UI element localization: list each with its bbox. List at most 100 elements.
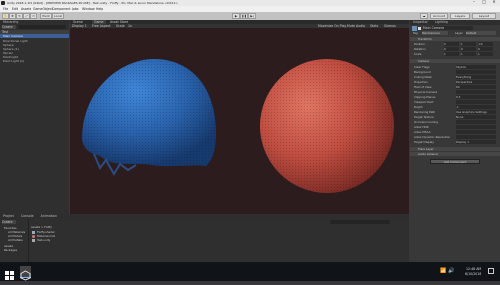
layer-label: Layer bbox=[455, 31, 463, 35]
layers-dropdown[interactable]: Layers bbox=[450, 13, 470, 19]
camera-property-value[interactable]: Perspective bbox=[456, 80, 496, 84]
transform-z-field[interactable]: 1 bbox=[478, 52, 493, 56]
menu-window[interactable]: Window bbox=[82, 7, 95, 11]
camera-property-value[interactable]: Display 1 bbox=[456, 140, 496, 144]
transform-z-field[interactable]: 0 bbox=[478, 47, 493, 51]
camera-property-label: Projection bbox=[414, 80, 428, 84]
hierarchy-item[interactable]: Main Camera bbox=[3, 34, 23, 38]
camera-property-value[interactable]: Skybox bbox=[456, 65, 496, 69]
rect-tool-button[interactable]: ▭ bbox=[30, 13, 37, 19]
menu-assets[interactable]: Assets bbox=[21, 7, 31, 11]
transform-x-field[interactable]: 0 bbox=[444, 47, 459, 51]
camera-property-value[interactable] bbox=[456, 130, 496, 134]
project-divider[interactable] bbox=[28, 219, 29, 262]
menu-file[interactable]: File bbox=[3, 7, 8, 11]
camera-property-value[interactable]: 0.3 bbox=[456, 95, 496, 99]
project-tree-item[interactable]: All Prefabs bbox=[8, 238, 23, 242]
tag-dropdown[interactable]: MainCamera bbox=[422, 31, 448, 35]
audio-listener-header[interactable]: Audio Listener bbox=[410, 152, 500, 156]
camera-property-value[interactable] bbox=[456, 70, 496, 74]
blue-sphere[interactable] bbox=[82, 59, 216, 176]
tab-console[interactable]: Console bbox=[21, 214, 34, 218]
menu-component[interactable]: Component bbox=[52, 7, 71, 11]
scale-tool-button[interactable]: ⤢ bbox=[23, 13, 30, 19]
windows-start-icon[interactable] bbox=[4, 266, 15, 280]
volume-icon[interactable]: 🔊 bbox=[448, 268, 454, 274]
camera-property-value[interactable] bbox=[456, 90, 496, 94]
camera-property-value[interactable] bbox=[456, 120, 496, 124]
minimize-button[interactable]: – bbox=[470, 0, 478, 4]
camera-property-value[interactable] bbox=[456, 125, 496, 129]
pause-button[interactable]: ❚❚ bbox=[240, 13, 248, 19]
hand-tool-button[interactable]: ✋ bbox=[2, 13, 9, 19]
collab-cloud-icon[interactable]: ☁ bbox=[420, 13, 428, 19]
tab-project[interactable]: Project bbox=[3, 214, 14, 218]
hierarchy-item[interactable]: Point Light (1) bbox=[3, 59, 24, 63]
menu-jobs[interactable]: Jobs bbox=[72, 7, 79, 11]
rotate-tool-button[interactable]: ↻ bbox=[16, 13, 23, 19]
tab-animation[interactable]: Animation bbox=[41, 214, 57, 218]
unity-logo-icon bbox=[1, 1, 5, 5]
viewport-render bbox=[82, 59, 394, 193]
project-tree-item[interactable]: Packages bbox=[4, 248, 17, 252]
menu-gameobject[interactable]: GameObject bbox=[33, 7, 53, 11]
notification-icon[interactable] bbox=[488, 268, 494, 274]
maximize-button[interactable]: □ bbox=[480, 0, 488, 4]
transform-x-field[interactable]: 0 bbox=[444, 42, 459, 46]
flare-layer-header[interactable]: Flare Layer bbox=[410, 147, 500, 151]
game-viewport[interactable] bbox=[70, 28, 409, 227]
object-name-field[interactable]: Main Camera bbox=[423, 26, 473, 30]
camera-header[interactable]: Camera bbox=[410, 59, 500, 63]
transform-y-field[interactable]: 0 bbox=[461, 47, 476, 51]
play-button[interactable]: ▶ bbox=[232, 13, 240, 19]
camera-property-label: Allow MSAA bbox=[414, 130, 431, 134]
layout-dropdown[interactable]: Layout bbox=[472, 13, 496, 19]
transform-z-field[interactable]: -10 bbox=[478, 42, 493, 46]
camera-property-value[interactable]: Use Graphics Settings bbox=[456, 110, 496, 114]
taskbar-time[interactable]: 12:48 AM bbox=[466, 267, 481, 271]
transform-y-field[interactable]: 1 bbox=[461, 52, 476, 56]
camera-property-row: Target Texture None bbox=[412, 115, 496, 119]
hierarchy-create-button[interactable]: Create bbox=[2, 25, 16, 29]
close-button[interactable]: ✕ bbox=[490, 0, 498, 4]
menu-help[interactable]: Help bbox=[96, 7, 103, 11]
tab-lighting[interactable]: Lighting bbox=[435, 20, 448, 24]
tray-icons[interactable]: 📶 🔊 bbox=[440, 268, 460, 274]
menu-edit[interactable]: Edit bbox=[12, 7, 18, 11]
project-create-button[interactable]: Create bbox=[2, 220, 16, 224]
camera-property-value[interactable]: 60 bbox=[456, 85, 496, 89]
camera-property-row: Allow Dynamic Resolution bbox=[412, 135, 496, 139]
taskbar-date[interactable]: 6/10/2018 bbox=[465, 272, 481, 276]
camera-property-label: Viewport Rect bbox=[414, 100, 434, 104]
camera-property-row: Physical Camera bbox=[412, 90, 496, 94]
camera-property-label: Background bbox=[414, 70, 431, 74]
project-search-input[interactable] bbox=[330, 220, 390, 224]
scene-file-icon bbox=[32, 239, 35, 242]
camera-property-row: Rendering Path Use Graphics Settings bbox=[412, 110, 496, 114]
transform-x-field[interactable]: 1 bbox=[444, 52, 459, 56]
transform-y-field[interactable]: 1 bbox=[461, 42, 476, 46]
pivot-toggle[interactable]: Pivot bbox=[40, 13, 52, 19]
active-checkbox[interactable] bbox=[418, 27, 421, 30]
add-component-button[interactable]: Add Component bbox=[430, 159, 480, 164]
project-file-item[interactable]: Test.unity bbox=[37, 238, 50, 242]
red-sphere[interactable] bbox=[260, 59, 394, 193]
camera-property-value[interactable]: -1 bbox=[456, 105, 496, 109]
unity-taskbar-icon[interactable] bbox=[20, 266, 31, 281]
layer-dropdown[interactable]: Default bbox=[466, 31, 496, 35]
tab-inspector[interactable]: Inspector bbox=[413, 20, 428, 24]
camera-property-value[interactable] bbox=[456, 135, 496, 139]
move-tool-button[interactable]: ✥ bbox=[9, 13, 16, 19]
transform-row-label: Position bbox=[414, 42, 425, 46]
hierarchy-search-input[interactable] bbox=[18, 25, 66, 29]
camera-property-value[interactable] bbox=[456, 100, 496, 104]
account-dropdown[interactable]: Account bbox=[430, 13, 448, 19]
transform-header[interactable]: Transform bbox=[410, 37, 500, 41]
local-toggle[interactable]: Local bbox=[52, 13, 64, 19]
camera-property-value[interactable]: Everything bbox=[456, 75, 496, 79]
camera-property-row: Occlusion Culling bbox=[412, 120, 496, 124]
project-breadcrumb: Assets > Fluffy bbox=[31, 225, 52, 229]
network-icon[interactable]: 📶 bbox=[440, 268, 446, 274]
camera-property-value[interactable]: None bbox=[456, 115, 496, 119]
step-button[interactable]: ▶| bbox=[248, 13, 256, 19]
